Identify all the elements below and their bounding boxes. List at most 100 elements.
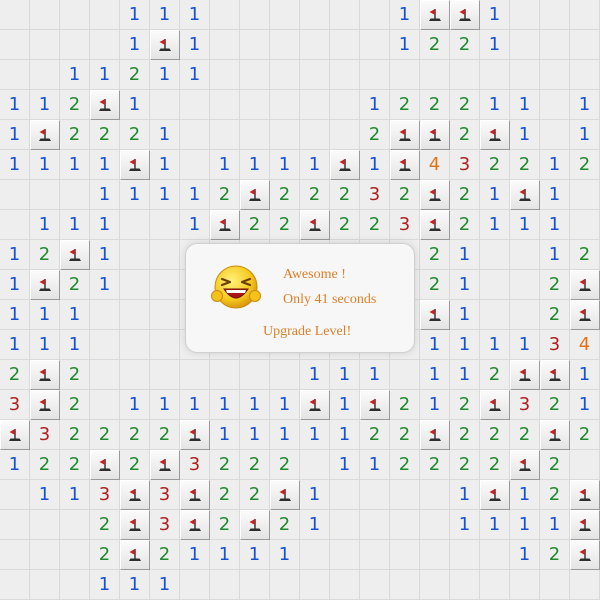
flagged-cell[interactable] [540,420,570,450]
empty-cell[interactable] [570,180,600,210]
number-cell[interactable]: 1 [120,390,150,420]
number-cell[interactable]: 1 [90,180,120,210]
empty-cell[interactable] [150,300,180,330]
number-cell[interactable]: 1 [240,540,270,570]
flagged-cell[interactable] [120,540,150,570]
empty-cell[interactable] [270,120,300,150]
empty-cell[interactable] [390,570,420,600]
number-cell[interactable]: 2 [360,210,390,240]
number-cell[interactable]: 1 [150,120,180,150]
empty-cell[interactable] [30,0,60,30]
number-cell[interactable]: 1 [360,450,390,480]
flagged-cell[interactable] [450,0,480,30]
number-cell[interactable]: 2 [420,90,450,120]
empty-cell[interactable] [330,120,360,150]
empty-cell[interactable] [420,60,450,90]
number-cell[interactable]: 1 [510,120,540,150]
empty-cell[interactable] [120,270,150,300]
empty-cell[interactable] [540,0,570,30]
number-cell[interactable]: 2 [450,390,480,420]
empty-cell[interactable] [360,0,390,30]
number-cell[interactable]: 3 [150,480,180,510]
number-cell[interactable]: 1 [390,30,420,60]
number-cell[interactable]: 1 [60,150,90,180]
number-cell[interactable]: 3 [30,420,60,450]
flagged-cell[interactable] [180,480,210,510]
number-cell[interactable]: 3 [0,390,30,420]
empty-cell[interactable] [480,240,510,270]
number-cell[interactable]: 1 [480,0,510,30]
empty-cell[interactable] [60,0,90,30]
number-cell[interactable]: 1 [30,210,60,240]
empty-cell[interactable] [300,570,330,600]
empty-cell[interactable] [510,30,540,60]
empty-cell[interactable] [390,360,420,390]
empty-cell[interactable] [300,120,330,150]
number-cell[interactable]: 2 [210,180,240,210]
number-cell[interactable]: 2 [60,360,90,390]
number-cell[interactable]: 1 [420,390,450,420]
empty-cell[interactable] [30,510,60,540]
empty-cell[interactable] [210,30,240,60]
flagged-cell[interactable] [480,390,510,420]
number-cell[interactable]: 2 [420,270,450,300]
number-cell[interactable]: 1 [120,90,150,120]
number-cell[interactable]: 1 [510,210,540,240]
number-cell[interactable]: 1 [180,210,210,240]
empty-cell[interactable] [480,300,510,330]
empty-cell[interactable] [150,240,180,270]
empty-cell[interactable] [540,30,570,60]
flagged-cell[interactable] [60,240,90,270]
number-cell[interactable]: 1 [120,0,150,30]
flagged-cell[interactable] [300,390,330,420]
number-cell[interactable]: 1 [120,570,150,600]
empty-cell[interactable] [570,60,600,90]
empty-cell[interactable] [540,60,570,90]
empty-cell[interactable] [390,60,420,90]
empty-cell[interactable] [300,60,330,90]
number-cell[interactable]: 3 [510,390,540,420]
empty-cell[interactable] [270,30,300,60]
number-cell[interactable]: 2 [120,450,150,480]
number-cell[interactable]: 1 [540,510,570,540]
flagged-cell[interactable] [30,120,60,150]
number-cell[interactable]: 2 [390,420,420,450]
number-cell[interactable]: 2 [540,450,570,480]
empty-cell[interactable] [240,60,270,90]
number-cell[interactable]: 2 [210,450,240,480]
empty-cell[interactable] [360,570,390,600]
number-cell[interactable]: 1 [150,570,180,600]
empty-cell[interactable] [90,0,120,30]
number-cell[interactable]: 1 [300,480,330,510]
number-cell[interactable]: 1 [480,90,510,120]
number-cell[interactable]: 2 [60,450,90,480]
empty-cell[interactable] [330,30,360,60]
number-cell[interactable]: 2 [90,540,120,570]
flagged-cell[interactable] [240,510,270,540]
empty-cell[interactable] [480,540,510,570]
number-cell[interactable]: 1 [450,480,480,510]
number-cell[interactable]: 1 [330,390,360,420]
empty-cell[interactable] [570,570,600,600]
empty-cell[interactable] [390,540,420,570]
number-cell[interactable]: 2 [120,60,150,90]
number-cell[interactable]: 2 [450,210,480,240]
empty-cell[interactable] [330,510,360,540]
number-cell[interactable]: 2 [510,150,540,180]
empty-cell[interactable] [180,90,210,120]
number-cell[interactable]: 1 [540,180,570,210]
number-cell[interactable]: 1 [60,210,90,240]
number-cell[interactable]: 3 [450,150,480,180]
empty-cell[interactable] [270,60,300,90]
number-cell[interactable]: 2 [270,180,300,210]
empty-cell[interactable] [120,210,150,240]
empty-cell[interactable] [90,30,120,60]
number-cell[interactable]: 1 [0,450,30,480]
flagged-cell[interactable] [390,120,420,150]
number-cell[interactable]: 3 [360,180,390,210]
empty-cell[interactable] [210,60,240,90]
number-cell[interactable]: 2 [360,120,390,150]
number-cell[interactable]: 2 [120,420,150,450]
empty-cell[interactable] [360,30,390,60]
number-cell[interactable]: 2 [360,420,390,450]
